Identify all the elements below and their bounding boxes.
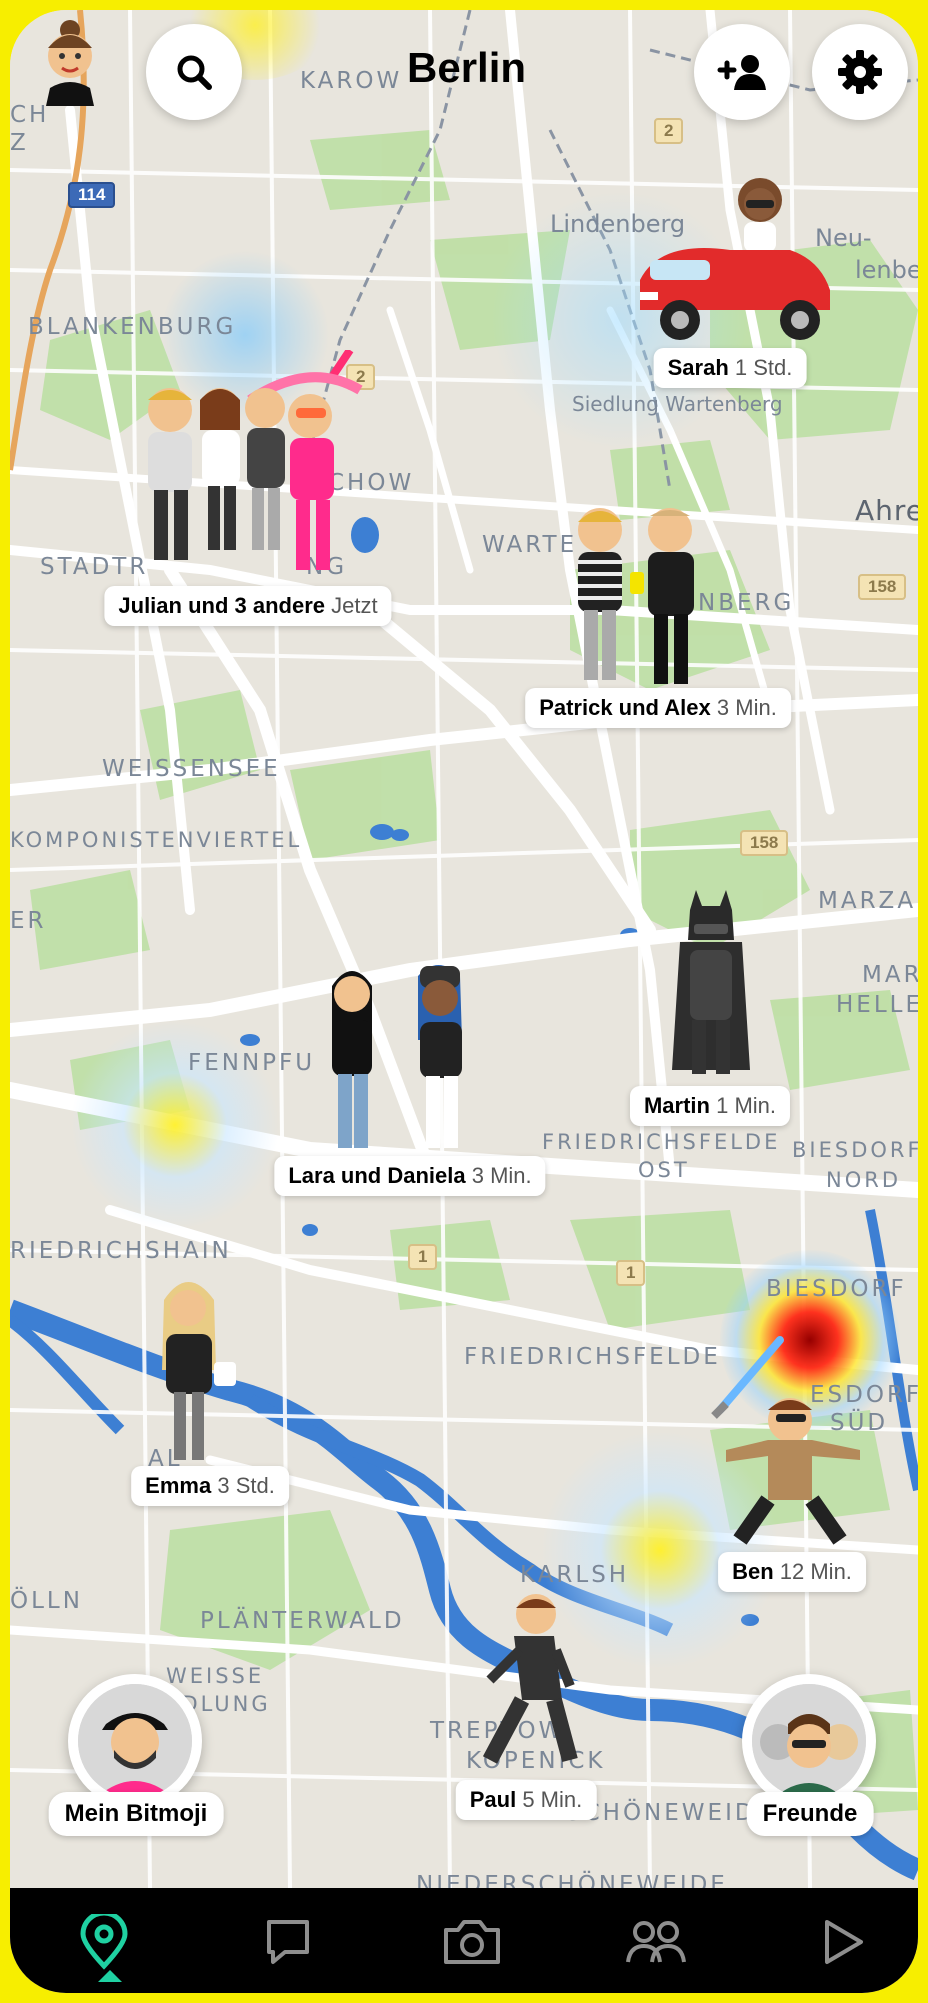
avatar-icon — [78, 1684, 192, 1798]
bitmoji-icon — [672, 890, 750, 1074]
map-label: WEISSE — [166, 1664, 265, 1688]
map-label: Ahre — [855, 494, 918, 527]
friends-avatars — [752, 1684, 866, 1798]
map-label: PLÄNTERWALD — [200, 1608, 405, 1634]
road-badge: 114 — [68, 182, 116, 208]
map-label: Siedlung Wartenberg — [572, 392, 783, 416]
map-label: FRIEDRICHSFELDE — [464, 1344, 721, 1370]
chat-icon — [267, 1920, 309, 1964]
map-label: HELLE — [836, 992, 918, 1018]
phone-screen: KAROW CH Z Lindenberg Neu- lenberg BLANK… — [10, 10, 918, 1993]
map-label: KARLSH — [520, 1562, 630, 1588]
avatar-group-icon — [752, 1684, 866, 1798]
map-label: FENNPFU — [188, 1050, 316, 1076]
bitmoji-icon — [482, 1594, 578, 1764]
settings-button[interactable] — [812, 24, 908, 120]
profile-avatar[interactable] — [40, 18, 100, 106]
road-badge: 2 — [654, 118, 684, 144]
nav-chat[interactable] — [256, 1910, 320, 1974]
add-friend-button[interactable] — [694, 24, 790, 120]
friend-tag: Paul 5 Min. — [455, 1780, 597, 1820]
friend-tag: Julian und 3 andere Jetzt — [104, 586, 392, 626]
nav-map[interactable] — [72, 1910, 136, 1974]
friend-marker-julian-group[interactable]: Julian und 3 andere Jetzt — [104, 350, 392, 626]
map-label: FRIEDRICHSFELDE — [542, 1130, 781, 1154]
active-tab-indicator — [98, 1970, 122, 1982]
friend-tag: Emma 3 Std. — [131, 1466, 289, 1506]
friend-marker-martin[interactable]: Martin 1 Min. — [629, 890, 810, 1126]
map-label: ER — [10, 908, 47, 934]
map-label: BIESDORF — [792, 1138, 918, 1162]
friends-label[interactable]: Freunde — [746, 1792, 874, 1836]
nav-camera[interactable] — [440, 1910, 504, 1974]
map-label: MARZ — [862, 962, 918, 988]
friend-marker-patrick-alex[interactable]: Patrick und Alex 3 Min. — [525, 500, 791, 728]
nav-discover[interactable] — [810, 1910, 874, 1974]
map-pin-icon — [80, 1914, 128, 1970]
map-label: KAROW — [300, 68, 403, 94]
friend-marker-paul[interactable]: Paul 5 Min. — [450, 1590, 610, 1820]
friend-tag: Patrick und Alex 3 Min. — [525, 688, 791, 728]
friend-marker-sarah[interactable]: Sarah 1 Std. — [620, 160, 840, 388]
snap-map[interactable]: KAROW CH Z Lindenberg Neu- lenberg BLANK… — [10, 10, 918, 1898]
bitmoji-icon — [162, 1282, 236, 1460]
map-label: BIESDORF — [766, 1276, 907, 1302]
map-label: Z — [10, 130, 29, 156]
stories-icon — [825, 1920, 863, 1964]
avatar-icon — [46, 20, 94, 106]
map-label: OST — [638, 1158, 690, 1182]
road-badge: 158 — [858, 574, 907, 600]
road-badge: 1 — [408, 1244, 438, 1270]
camera-icon — [444, 1920, 500, 1964]
friend-tag: Sarah 1 Std. — [653, 348, 807, 388]
add-friend-icon — [717, 55, 766, 90]
bitmoji-icon — [148, 350, 363, 570]
map-label: NORD — [826, 1168, 901, 1192]
bottom-navigation — [10, 1888, 918, 1993]
road-badge: 1 — [616, 1260, 646, 1286]
search-button[interactable] — [146, 24, 242, 120]
friend-tag: Martin 1 Min. — [629, 1086, 791, 1126]
my-bitmoji-label[interactable]: Mein Bitmoji — [48, 1792, 224, 1836]
gear-icon — [838, 50, 882, 94]
friend-marker-ben[interactable]: Ben 12 Min. — [700, 1330, 880, 1592]
friend-marker-lara-daniela[interactable]: Lara und Daniela 3 Min. — [274, 960, 546, 1196]
map-label: WEISSENSEE — [102, 756, 281, 782]
map-label: MARZAH — [818, 888, 918, 914]
map-label: lenberg — [855, 256, 918, 284]
friend-tag: Ben 12 Min. — [718, 1552, 866, 1592]
search-icon — [177, 55, 212, 90]
nav-friends[interactable] — [624, 1910, 688, 1974]
friend-marker-emma[interactable]: Emma 3 Std. — [130, 1270, 289, 1510]
road-badge: 158 — [740, 830, 789, 856]
page-title: Berlin — [407, 44, 527, 91]
map-label: ÖLLN — [10, 1588, 83, 1614]
friends-button[interactable] — [742, 1674, 876, 1808]
my-bitmoji-avatar — [78, 1684, 192, 1798]
map-label: BLANKENBURG — [28, 314, 237, 340]
bitmoji-icon — [332, 965, 462, 1148]
friends-icon — [626, 1921, 686, 1963]
friend-tag: Lara und Daniela 3 Min. — [274, 1156, 546, 1196]
map-label: RIEDRICHSHAIN — [10, 1238, 232, 1264]
map-label: KOMPONISTENVIERTEL — [10, 828, 303, 852]
bitmoji-icon — [640, 178, 830, 340]
bitmoji-icon — [711, 1336, 860, 1545]
my-bitmoji-button[interactable] — [68, 1674, 202, 1808]
bitmoji-icon — [578, 508, 694, 684]
